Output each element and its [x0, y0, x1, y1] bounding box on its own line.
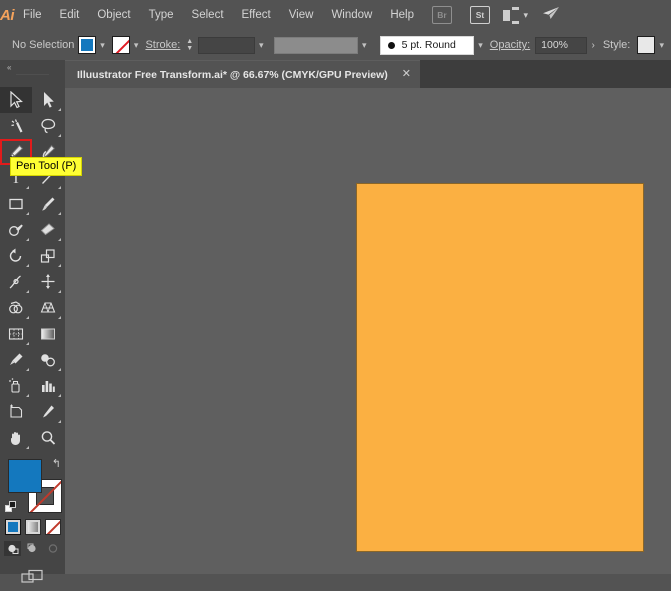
paintbrush-tool[interactable] [32, 191, 64, 217]
tools-panel-grip[interactable] [16, 74, 49, 84]
menu-effect[interactable]: Effect [233, 0, 280, 30]
stroke-color-swatch[interactable] [111, 36, 130, 54]
blend-tool[interactable] [32, 347, 64, 373]
menu-help[interactable]: Help [381, 0, 423, 30]
rectangle-tool[interactable] [0, 191, 32, 217]
draw-inside-button[interactable] [44, 541, 61, 556]
mesh-tool[interactable] [0, 321, 32, 347]
color-mode-button[interactable] [4, 519, 21, 535]
app-logo-icon: Ai [0, 6, 15, 24]
default-fill-stroke-icon[interactable] [5, 501, 17, 513]
canvas-area[interactable] [65, 88, 671, 574]
document-tab[interactable]: Illuustrator Free Transform.ai* @ 66.67%… [65, 60, 420, 88]
fill-color-swatch[interactable] [78, 36, 97, 54]
tools-panel-collapse-button[interactable]: « [0, 60, 65, 74]
share-icon[interactable] [542, 6, 560, 25]
zoom-tool[interactable] [32, 425, 64, 451]
hand-tool[interactable] [0, 425, 32, 451]
artboard-tool[interactable] [0, 399, 32, 425]
style-chevron-down-icon[interactable]: ▾ [659, 40, 664, 51]
stepper-down-icon[interactable]: ▼ [186, 45, 193, 52]
rotate-tool[interactable] [0, 243, 32, 269]
stepper-up-icon[interactable]: ▲ [186, 38, 193, 45]
menu-window[interactable]: Window [322, 0, 381, 30]
bridge-icon[interactable]: Br [432, 6, 452, 24]
draw-normal-button[interactable] [4, 541, 21, 556]
brush-dot-icon [387, 41, 395, 49]
lasso-tool[interactable] [32, 113, 64, 139]
menu-bar: Ai File Edit Object Type Select Effect V… [0, 0, 671, 30]
eyedropper-tool[interactable] [0, 347, 32, 373]
stroke-weight-stepper[interactable]: ▲ ▼ [186, 38, 193, 52]
stroke-weight-label[interactable]: Stroke: [145, 39, 180, 51]
fill-chevron-down-icon[interactable]: ▾ [100, 40, 105, 51]
selection-status-label: No Selection [12, 39, 75, 51]
magic-wand-tool[interactable] [0, 113, 32, 139]
column-graph-tool[interactable] [32, 373, 64, 399]
tools-grid: T [0, 87, 65, 451]
tools-panel: « T ↰ [0, 60, 65, 583]
stroke-weight-chevron-down-icon[interactable]: ▾ [259, 40, 264, 51]
perspective-grid-tool[interactable] [32, 295, 64, 321]
illustrator-window: Ai File Edit Object Type Select Effect V… [0, 0, 671, 583]
brush-definition-label: 5 pt. Round [401, 39, 456, 51]
orange-artboard-rectangle[interactable] [356, 183, 644, 552]
stroke-weight-input[interactable] [198, 36, 255, 54]
menu-select[interactable]: Select [183, 0, 233, 30]
menu-type[interactable]: Type [140, 0, 183, 30]
menu-bar-right-controls: Br St ▾ [423, 0, 671, 30]
brush-definition-select[interactable]: 5 pt. Round [379, 35, 475, 55]
fill-stroke-proxy: ↰ [0, 455, 65, 517]
stroke-profile-chevron-down-icon[interactable]: ▾ [362, 40, 367, 51]
none-mode-button[interactable] [44, 519, 61, 535]
swap-fill-stroke-icon[interactable]: ↰ [52, 457, 61, 470]
stroke-profile-select[interactable] [274, 36, 359, 54]
opacity-input[interactable]: 100% [535, 36, 587, 54]
gradient-mode-button[interactable] [24, 519, 41, 535]
graphic-style-swatch[interactable] [637, 36, 656, 54]
arrange-documents-button[interactable]: ▾ [503, 6, 529, 24]
gradient-tool[interactable] [32, 321, 64, 347]
opacity-label[interactable]: Opacity: [490, 39, 530, 51]
arrange-documents-icon [503, 6, 519, 24]
stock-icon[interactable]: St [470, 6, 490, 24]
chevron-down-icon: ▾ [523, 9, 529, 20]
fill-proxy-swatch[interactable] [8, 459, 42, 493]
draw-behind-button[interactable] [24, 541, 41, 556]
free-transform-tool[interactable] [32, 269, 64, 295]
width-tool[interactable] [0, 269, 32, 295]
draw-mode-buttons [0, 541, 65, 556]
symbol-sprayer-tool[interactable] [0, 373, 32, 399]
double-chevron-left-icon: « [7, 62, 12, 72]
screen-mode-row [0, 568, 65, 591]
control-bar: No Selection ▾ ▾ Stroke: ▲ ▼ ▾ ▾ 5 pt. R… [0, 30, 671, 61]
style-label: Style: [602, 39, 631, 51]
stroke-chevron-down-icon[interactable]: ▾ [134, 40, 139, 51]
eraser-tool[interactable] [32, 217, 64, 243]
direct-selection-tool[interactable] [32, 87, 64, 113]
menu-object[interactable]: Object [88, 0, 139, 30]
shape-builder-tool[interactable] [0, 295, 32, 321]
menu-view[interactable]: View [280, 0, 323, 30]
color-mode-buttons [0, 519, 65, 535]
change-screen-mode-button[interactable] [20, 568, 45, 591]
slice-tool[interactable] [32, 399, 64, 425]
opacity-expand-icon[interactable]: › [592, 40, 595, 51]
menu-file[interactable]: File [14, 0, 51, 30]
close-icon[interactable]: ✕ [402, 69, 411, 80]
document-tab-bar: Illuustrator Free Transform.ai* @ 66.67%… [65, 60, 671, 88]
brush-chevron-down-icon[interactable]: ▾ [478, 40, 483, 51]
menu-edit[interactable]: Edit [51, 0, 89, 30]
pen-tool-tooltip: Pen Tool (P) [10, 157, 83, 176]
document-tab-title: Illuustrator Free Transform.ai* @ 66.67%… [77, 68, 388, 81]
shaper-tool[interactable] [0, 217, 32, 243]
selection-tool[interactable] [0, 87, 32, 113]
scale-tool[interactable] [32, 243, 64, 269]
